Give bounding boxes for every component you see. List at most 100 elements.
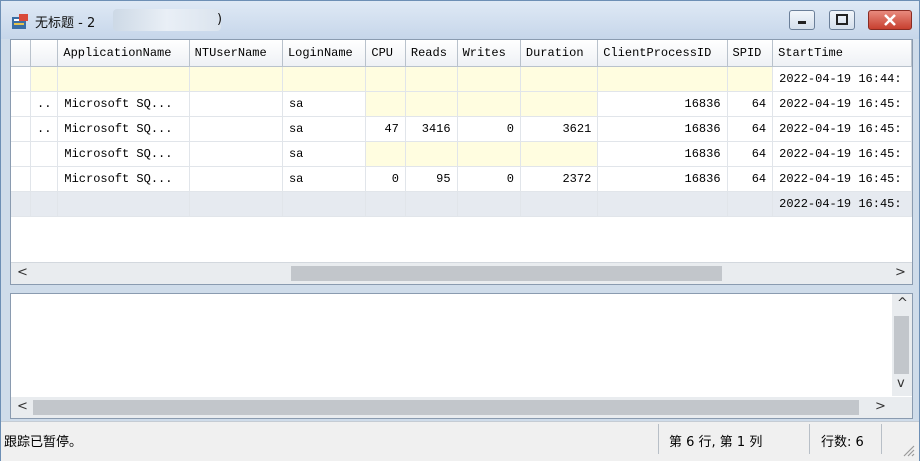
- table-cell: Microsoft SQ...: [57, 141, 190, 167]
- table-cell: 0: [365, 166, 406, 192]
- table-row[interactable]: .. Microsoft SQ... sa 47 3416 0 3621 168…: [11, 116, 912, 142]
- trace-status-text: 跟踪已暂停。: [4, 435, 83, 450]
- trace-window: 无标题 - 2 ) ApplicationName NTUserName Log…: [0, 0, 920, 461]
- title-bar[interactable]: 无标题 - 2 ): [1, 1, 919, 39]
- column-header-clientprocessid[interactable]: ClientProcessID: [597, 40, 728, 67]
- table-cell: 47: [365, 116, 406, 142]
- scroll-left-arrow-icon[interactable]: <: [17, 399, 28, 414]
- table-row[interactable]: Microsoft SQ... sa 0 95 0 2372 16836 64 …: [11, 166, 912, 192]
- table-cell: 64: [727, 116, 774, 142]
- table-cell: 0: [457, 116, 521, 142]
- table-cell: [57, 191, 190, 217]
- cursor-position: 第 6 行, 第 1 列: [669, 435, 763, 450]
- header-row: ApplicationName NTUserName LoginName CPU…: [11, 40, 912, 67]
- column-header-writes[interactable]: Writes: [457, 40, 521, 67]
- table-row[interactable]: .. Microsoft SQ... sa 16836 64 2022-04-1…: [11, 91, 912, 117]
- column-header-loginname[interactable]: LoginName: [282, 40, 367, 67]
- table-cell: 3621: [520, 116, 599, 142]
- title-paren: ): [217, 12, 223, 27]
- table-cell: [365, 191, 406, 217]
- maximize-button[interactable]: [829, 10, 855, 30]
- table-cell: [11, 191, 31, 217]
- row-count: 行数: 6: [821, 435, 864, 450]
- scroll-down-arrow-icon[interactable]: v: [897, 376, 905, 391]
- minimize-icon: [798, 21, 806, 24]
- close-button[interactable]: [868, 10, 912, 30]
- table-cell: 16836: [597, 166, 728, 192]
- table-cell: sa: [282, 116, 367, 142]
- table-cell: [365, 141, 406, 167]
- table-cell: ..: [30, 91, 59, 117]
- table-cell: [11, 141, 31, 167]
- table-cell: 0: [457, 166, 521, 192]
- detail-horizontal-scrollbar[interactable]: < >: [11, 397, 912, 418]
- window-title: 无标题 - 2: [35, 16, 96, 31]
- profiler-app-icon: [12, 14, 28, 29]
- table-cell: sa: [282, 141, 367, 167]
- column-header-ntusername[interactable]: NTUserName: [189, 40, 283, 67]
- trace-table: ApplicationName NTUserName LoginName CPU…: [11, 40, 912, 217]
- table-row[interactable]: Microsoft SQ... sa 16836 64 2022-04-19 1…: [11, 141, 912, 167]
- table-row-selected[interactable]: 2022-04-19 16:45:: [11, 191, 912, 217]
- minimize-button[interactable]: [789, 10, 815, 30]
- status-separator: [809, 424, 810, 454]
- table-cell: [727, 66, 774, 92]
- table-cell: 95: [405, 166, 458, 192]
- table-cell: [30, 191, 59, 217]
- table-cell: [189, 91, 283, 117]
- event-detail-pane[interactable]: ^ v < >: [10, 293, 913, 419]
- column-header[interactable]: [11, 40, 31, 67]
- table-cell: [30, 66, 59, 92]
- column-header-duration[interactable]: Duration: [520, 40, 599, 67]
- table-cell: 64: [727, 141, 774, 167]
- table-cell: 3416: [405, 116, 458, 142]
- close-icon: [884, 14, 896, 26]
- table-cell: Microsoft SQ...: [57, 91, 190, 117]
- table-cell: 2022-04-19 16:45:: [772, 91, 912, 117]
- table-cell: 2022-04-19 16:44:: [772, 66, 912, 92]
- table-cell: [189, 191, 283, 217]
- resize-grip-icon[interactable]: [901, 443, 915, 457]
- maximize-icon: [836, 14, 848, 25]
- scroll-right-arrow-icon[interactable]: >: [875, 399, 886, 414]
- table-cell: [457, 91, 521, 117]
- table-cell: [597, 191, 728, 217]
- table-cell: [520, 66, 599, 92]
- table-cell: [597, 66, 728, 92]
- detail-hscroll-thumb[interactable]: [33, 400, 859, 415]
- table-cell: [520, 91, 599, 117]
- table-cell: 64: [727, 166, 774, 192]
- table-cell: [282, 191, 367, 217]
- table-cell: 16836: [597, 141, 728, 167]
- table-cell: [405, 191, 458, 217]
- table-cell: [30, 166, 59, 192]
- column-header-spid[interactable]: SPID: [727, 40, 774, 67]
- column-header-reads[interactable]: Reads: [405, 40, 458, 67]
- table-row[interactable]: 2022-04-19 16:44:: [11, 66, 912, 92]
- grid-scroll-thumb[interactable]: [291, 266, 722, 281]
- table-cell: [405, 66, 458, 92]
- scroll-right-arrow-icon[interactable]: >: [895, 265, 906, 280]
- detail-vertical-scrollbar[interactable]: ^ v: [892, 294, 912, 396]
- detail-vscroll-thumb[interactable]: [894, 316, 909, 374]
- redacted-title-area: [113, 9, 221, 31]
- table-cell: [405, 91, 458, 117]
- column-header[interactable]: [30, 40, 59, 67]
- table-cell: [11, 66, 31, 92]
- table-cell: [189, 66, 283, 92]
- column-header-cpu[interactable]: CPU: [365, 40, 406, 67]
- table-cell: [282, 66, 367, 92]
- scroll-up-arrow-icon[interactable]: ^: [897, 296, 908, 311]
- table-cell: [30, 141, 59, 167]
- trace-grid: ApplicationName NTUserName LoginName CPU…: [10, 39, 913, 285]
- table-cell: 2372: [520, 166, 599, 192]
- table-cell: sa: [282, 91, 367, 117]
- column-header-starttime[interactable]: StartTime: [772, 40, 912, 67]
- table-cell: 64: [727, 91, 774, 117]
- table-cell: sa: [282, 166, 367, 192]
- table-cell: 2022-04-19 16:45:: [772, 191, 912, 217]
- table-cell: [727, 191, 774, 217]
- column-header-applicationname[interactable]: ApplicationName: [57, 40, 190, 67]
- scroll-left-arrow-icon[interactable]: <: [17, 265, 28, 280]
- grid-horizontal-scrollbar[interactable]: < >: [11, 262, 912, 284]
